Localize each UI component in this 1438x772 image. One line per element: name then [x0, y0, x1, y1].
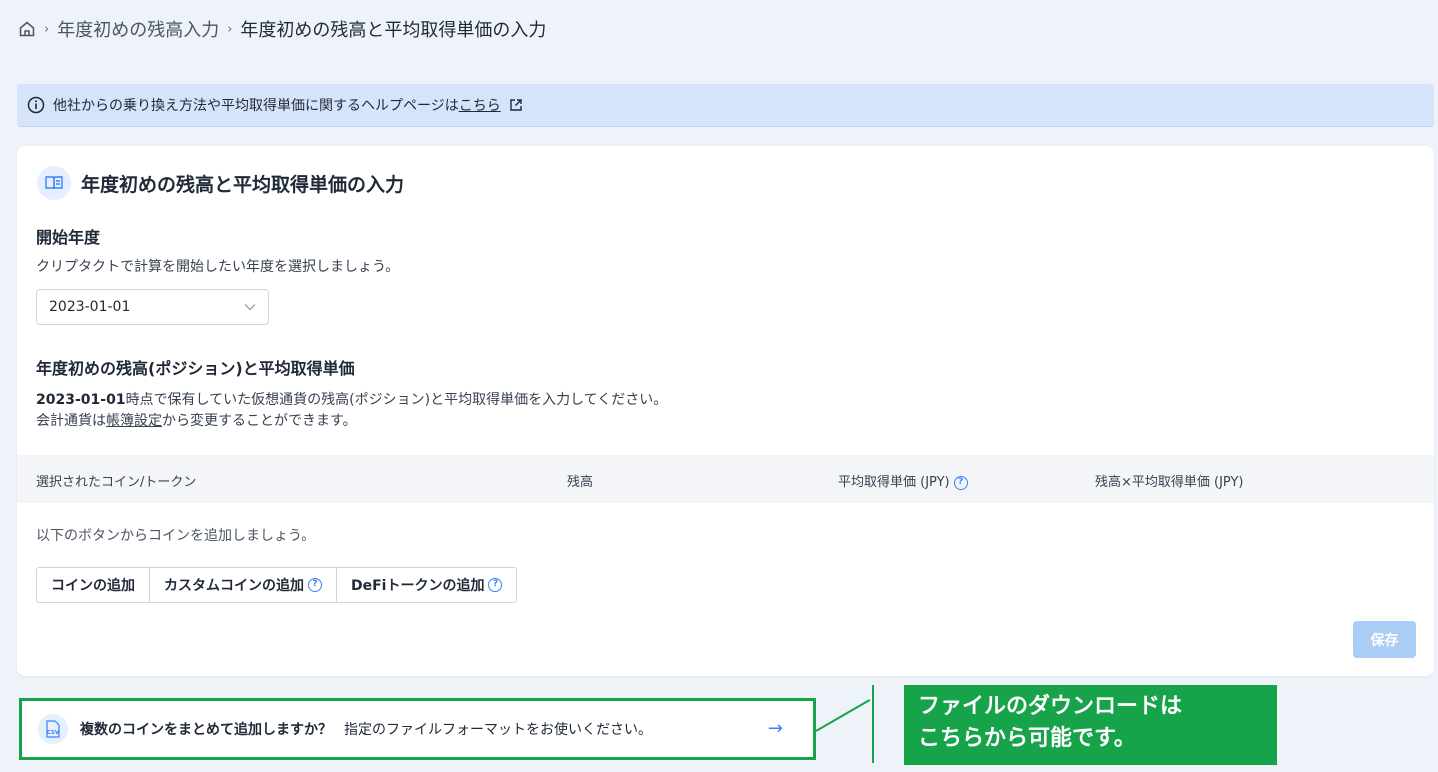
home-icon[interactable]: [18, 20, 36, 38]
add-coin-label: コインの追加: [51, 578, 135, 594]
breadcrumb: › 年度初めの残高入力 › 年度初めの残高と平均取得単価の入力: [18, 14, 546, 44]
card-header: 年度初めの残高と平均取得単価の入力: [37, 166, 404, 200]
balance-description: 2023-01-01時点で保有していた仮想通貨の残高(ポジション)と平均取得単価…: [36, 390, 667, 432]
card-title: 年度初めの残高と平均取得単価の入力: [81, 173, 405, 196]
csv-import-bar[interactable]: CSV 複数のコインをまとめて追加しますか？ 指定のファイルフォーマットをお使い…: [19, 698, 816, 760]
arrow-right-icon[interactable]: →: [768, 718, 783, 739]
start-year-value: 2023-01-01: [49, 299, 131, 315]
breadcrumb-item-current: 年度初めの残高と平均取得単価の入力: [240, 20, 547, 41]
empty-message: 以下のボタンからコインを追加しましょう。: [36, 528, 316, 544]
callout-connector: [815, 699, 871, 732]
add-custom-coin-button[interactable]: カスタムコインの追加?: [149, 567, 337, 603]
help-icon[interactable]: ?: [488, 578, 503, 592]
svg-text:CSV: CSV: [47, 730, 60, 736]
add-defi-token-button[interactable]: DeFiトークンの追加?: [336, 567, 518, 603]
info-icon: [27, 96, 45, 114]
add-custom-coin-label: カスタムコインの追加: [164, 578, 304, 594]
help-page-link[interactable]: こちら: [459, 98, 501, 114]
callout-divider: [872, 685, 874, 763]
balance-section-label: 年度初めの残高(ポジション)と平均取得単価: [36, 359, 355, 378]
add-button-group: コインの追加 カスタムコインの追加? DeFiトークンの追加?: [36, 567, 518, 603]
chevron-down-icon: [244, 299, 256, 315]
callout-line-1: ファイルのダウンロードは: [918, 694, 1183, 719]
balance-description-text: 時点で保有していた仮想通貨の残高(ポジション)と平均取得単価を入力してください。: [125, 392, 668, 408]
balance-date: 2023-01-01: [36, 392, 126, 408]
csv-hint: 指定のファイルフォーマットをお使いください。: [344, 722, 652, 738]
csv-file-icon: CSV: [38, 714, 68, 744]
ledger-settings-link[interactable]: 帳簿設定: [106, 413, 162, 429]
currency-note-suffix: から変更することができます。: [162, 413, 357, 429]
download-callout: ファイルのダウンロードは こちらから可能です。: [904, 685, 1277, 765]
save-button[interactable]: 保存: [1353, 621, 1416, 658]
chevron-right-icon: ›: [227, 21, 233, 37]
balance-card: 年度初めの残高と平均取得単価の入力 開始年度 クリプタクトで計算を開始したい年度…: [17, 146, 1434, 676]
column-header-total: 残高×平均取得単価 (JPY): [1095, 475, 1244, 490]
breadcrumb-item-balance-input[interactable]: 年度初めの残高入力: [57, 16, 219, 42]
column-header-balance: 残高: [567, 475, 594, 490]
add-coin-button[interactable]: コインの追加: [36, 567, 150, 603]
book-icon: [37, 166, 71, 200]
chevron-right-icon: ›: [44, 21, 50, 37]
csv-question: 複数のコインをまとめて追加しますか？: [80, 722, 332, 738]
currency-note-prefix: 会計通貨は: [36, 413, 106, 429]
help-icon[interactable]: ?: [953, 475, 968, 490]
table-header: 選択されたコイン/トークン 残高 平均取得単価 (JPY)? 残高×平均取得単価…: [17, 455, 1434, 503]
callout-line-2: こちらから可能です。: [918, 726, 1136, 751]
external-link-icon[interactable]: [509, 98, 523, 112]
help-icon[interactable]: ?: [308, 578, 322, 592]
column-header-avg-price: 平均取得単価 (JPY)?: [838, 471, 968, 490]
add-defi-token-label: DeFiトークンの追加: [351, 578, 485, 594]
column-header-avg-price-label: 平均取得単価 (JPY): [838, 475, 950, 490]
start-year-label: 開始年度: [36, 228, 101, 247]
banner-text: 他社からの乗り換え方法や平均取得単価に関するヘルプページは: [53, 98, 459, 114]
info-banner: 他社からの乗り換え方法や平均取得単価に関するヘルプページはこちら: [17, 84, 1434, 127]
column-header-coin: 選択されたコイン/トークン: [36, 475, 197, 490]
start-year-description: クリプタクトで計算を開始したい年度を選択しましょう。: [36, 259, 400, 275]
start-year-select[interactable]: 2023-01-01: [36, 289, 269, 325]
